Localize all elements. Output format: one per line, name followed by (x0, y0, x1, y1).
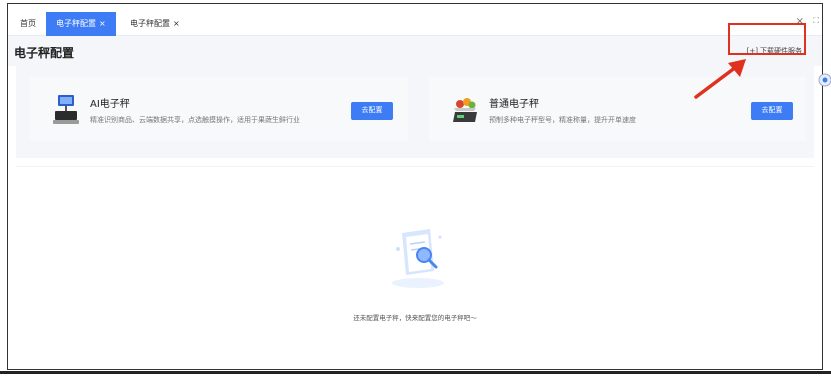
tab-home[interactable]: 首页 (10, 12, 46, 36)
annotation-highlight-box (728, 23, 806, 55)
tab-scale-config-active[interactable]: 电子秤配置 × (46, 12, 116, 36)
card-ai-scale: AI电子秤 精准识别商品、云端数据共享，点选触摸操作，适用于果蔬生鲜行业 去配置 (30, 77, 408, 141)
expand-icon[interactable]: ⛶ (813, 16, 819, 26)
card-title: 普通电子秤 (489, 99, 539, 110)
bottom-divider (0, 371, 831, 374)
tab-close-icon[interactable]: × (173, 19, 180, 28)
configure-normal-scale-button[interactable]: 去配置 (751, 102, 793, 120)
floating-help-icon[interactable] (815, 72, 831, 88)
configure-ai-scale-button[interactable]: 去配置 (351, 102, 393, 120)
annotation-arrow-icon (694, 59, 746, 99)
weighing-scale-icon (453, 98, 477, 122)
empty-search-document-icon (392, 229, 444, 288)
tab-label: 电子秤配置 (130, 19, 170, 28)
tab-label: 电子秤配置 (56, 19, 96, 28)
card-description: 预制多种电子秤型号，精准称量，提升开单速度 (489, 116, 636, 124)
empty-state-text: 还未配置电子秤，快来配置您的电子秤吧～ (353, 314, 477, 322)
card-description: 精准识别商品、云端数据共享，点选触摸操作，适用于果蔬生鲜行业 (90, 116, 300, 124)
tab-label: 首页 (20, 19, 36, 28)
monitor-scale-icon (53, 95, 79, 124)
page-title: 电子秤配置 (14, 46, 75, 60)
main-content: AI电子秤 精准识别商品、云端数据共享，点选触摸操作，适用于果蔬生鲜行业 去配置… (8, 66, 822, 369)
card-title: AI电子秤 (90, 99, 130, 110)
tab-bar: 首页 电子秤配置 × 电子秤配置 × × ⛶ (8, 4, 822, 36)
tab-close-icon[interactable]: × (99, 19, 106, 28)
tab-scale-config[interactable]: 电子秤配置 × (120, 12, 190, 36)
empty-state: 还未配置电子秤，快来配置您的电子秤吧～ (16, 166, 814, 369)
